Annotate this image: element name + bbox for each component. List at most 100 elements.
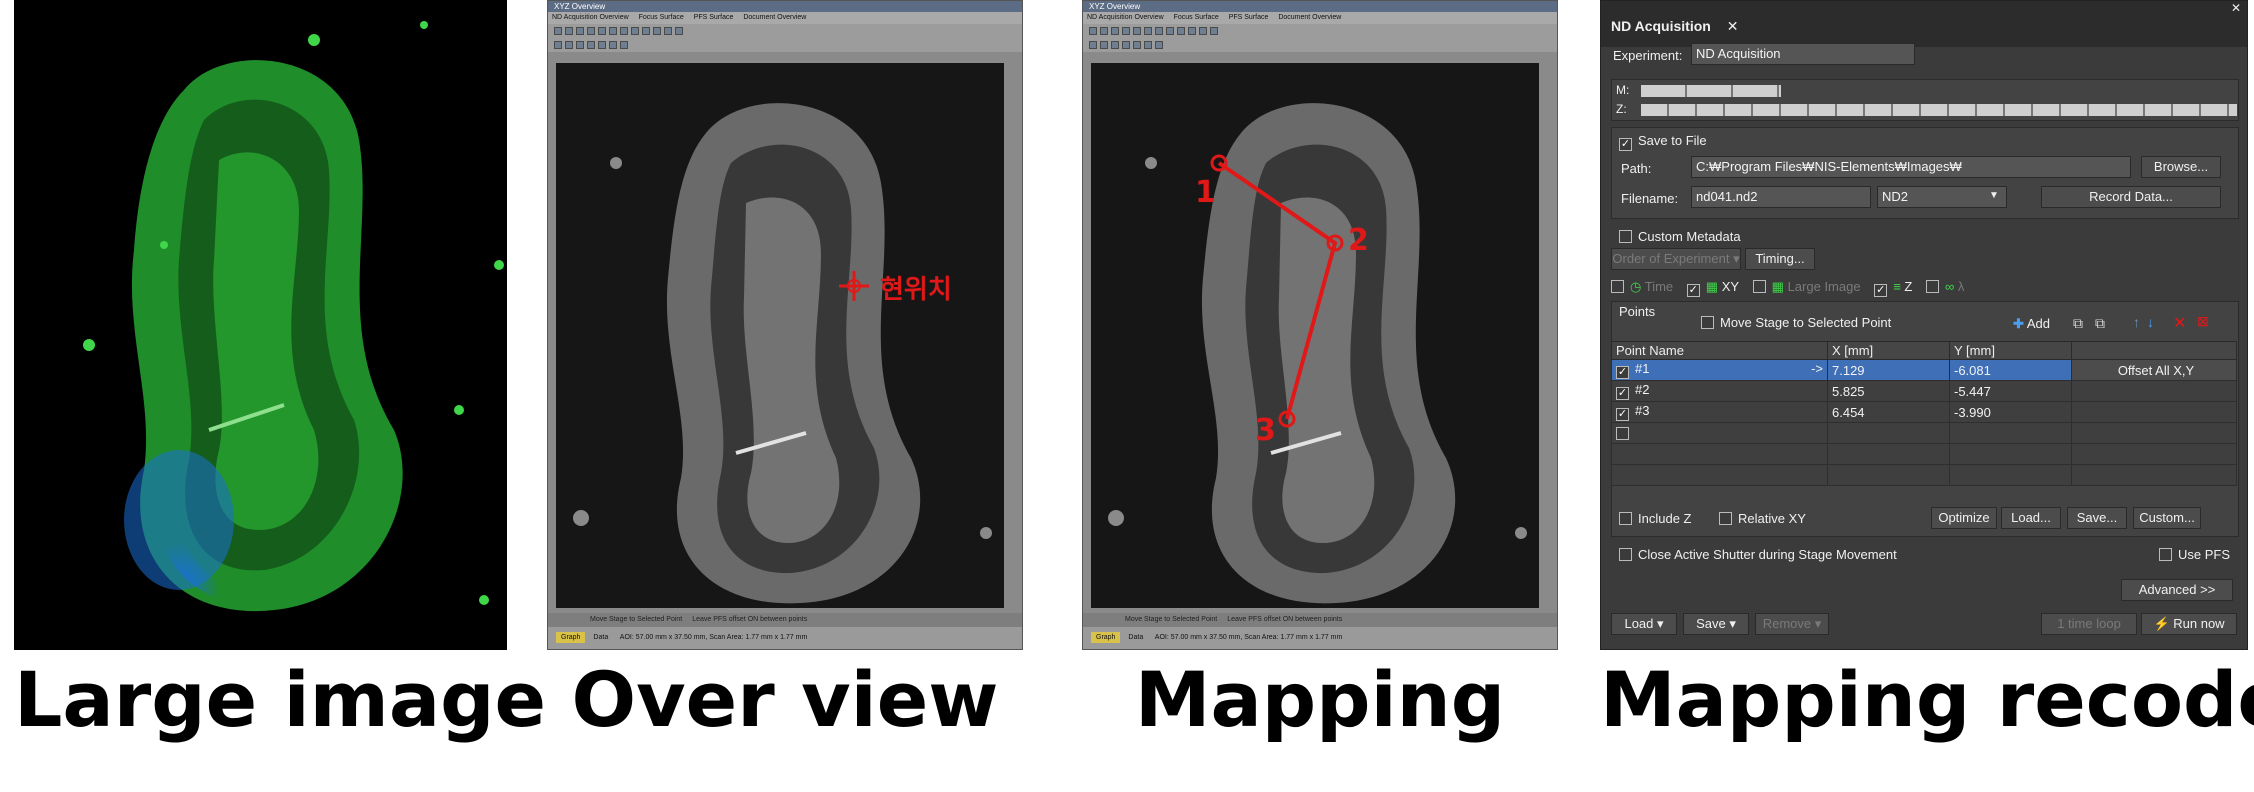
checkbox[interactable] bbox=[1719, 512, 1732, 525]
tab-z[interactable]: ✓ ≡ Z bbox=[1874, 279, 1912, 297]
tool-icon[interactable] bbox=[598, 27, 606, 35]
checkbox[interactable]: ✓ bbox=[1686, 284, 1700, 297]
tool-icon[interactable] bbox=[565, 41, 573, 49]
optimize-button[interactable]: Optimize bbox=[1931, 507, 1997, 529]
leave-pfs-check[interactable]: Leave PFS offset ON between points bbox=[1227, 616, 1342, 623]
x-value[interactable]: 5.825 bbox=[1827, 380, 1950, 402]
browse-button[interactable]: Browse... bbox=[2141, 156, 2221, 178]
checkbox[interactable]: ✓ bbox=[1874, 284, 1888, 297]
checkbox[interactable] bbox=[1619, 230, 1632, 243]
add-point-button[interactable]: ✚ Add bbox=[2013, 316, 2050, 332]
x-value[interactable]: 7.129 bbox=[1827, 359, 1950, 381]
timing-button[interactable]: Timing... bbox=[1745, 248, 1815, 270]
load-points-button[interactable]: Load... bbox=[2001, 507, 2061, 529]
window-close-icon[interactable]: ✕ bbox=[2231, 1, 2241, 15]
y-value[interactable]: -5.447 bbox=[1949, 380, 2072, 402]
offset-all-button[interactable]: Offset All X,Y bbox=[2071, 359, 2237, 381]
tab-focus-surface[interactable]: Focus Surface bbox=[1174, 14, 1219, 21]
tool-icon[interactable] bbox=[554, 41, 562, 49]
time-loop-button[interactable]: 1 time loop bbox=[2041, 613, 2137, 635]
move-stage-check[interactable]: Move Stage to Selected Point bbox=[1701, 315, 1891, 330]
checkbox[interactable] bbox=[2159, 548, 2172, 561]
tool-icon[interactable] bbox=[1133, 27, 1141, 35]
checkbox[interactable] bbox=[1701, 316, 1714, 329]
tool-icon[interactable] bbox=[1144, 27, 1152, 35]
tool-icon[interactable] bbox=[587, 41, 595, 49]
tool-icon[interactable] bbox=[1210, 27, 1218, 35]
load-button[interactable]: Load ▾ bbox=[1611, 613, 1677, 635]
use-pfs-check[interactable]: Use PFS bbox=[2159, 547, 2230, 562]
tab-graph[interactable]: Graph bbox=[1091, 632, 1121, 643]
tool-icon[interactable] bbox=[653, 27, 661, 35]
tab-focus-surface[interactable]: Focus Surface bbox=[639, 14, 684, 21]
move-stage-check[interactable]: Move Stage to Selected Point bbox=[590, 616, 682, 623]
save-button[interactable]: Save ▾ bbox=[1683, 613, 1749, 635]
checkbox[interactable]: ✓ bbox=[1616, 387, 1629, 400]
tool-icon[interactable] bbox=[1199, 27, 1207, 35]
copy-icon[interactable]: ⧉ bbox=[2073, 315, 2083, 332]
include-z-check[interactable]: Include Z bbox=[1619, 511, 1691, 526]
experiment-field[interactable]: ND Acquisition bbox=[1691, 43, 1915, 65]
mapping-image[interactable]: 1 2 3 bbox=[1091, 63, 1539, 608]
tool-icon[interactable] bbox=[609, 27, 617, 35]
checkbox[interactable] bbox=[1752, 280, 1766, 293]
delete-all-icon[interactable]: ⊠ bbox=[2197, 313, 2209, 330]
order-of-experiment-select[interactable]: Order of Experiment ▾ bbox=[1611, 248, 1741, 270]
move-down-icon[interactable]: ↓ bbox=[2147, 314, 2154, 330]
checkbox[interactable] bbox=[1616, 426, 1629, 440]
tool-icon[interactable] bbox=[1177, 27, 1185, 35]
tab-document-overview[interactable]: Document Overview bbox=[743, 14, 806, 21]
tab-lambda[interactable]: ∞ λ bbox=[1926, 279, 1964, 294]
tool-icon[interactable] bbox=[554, 27, 562, 35]
tool-icon[interactable] bbox=[631, 27, 639, 35]
tool-icon[interactable] bbox=[1188, 27, 1196, 35]
table-row[interactable]: ✓ #1 -> 7.129 -6.081 Offset All X,Y bbox=[1611, 359, 2237, 381]
delete-icon[interactable]: ✕ bbox=[2173, 313, 2186, 333]
remove-button[interactable]: Remove ▾ bbox=[1755, 613, 1829, 635]
advanced-button[interactable]: Advanced >> bbox=[2121, 579, 2233, 601]
move-stage-check[interactable]: Move Stage to Selected Point bbox=[1125, 616, 1217, 623]
format-select[interactable]: ND2 bbox=[1877, 186, 2007, 208]
tab-data[interactable]: Data bbox=[1128, 634, 1143, 641]
tool-icon[interactable] bbox=[576, 41, 584, 49]
tool-icon[interactable] bbox=[1100, 41, 1108, 49]
x-value[interactable]: 6.454 bbox=[1827, 401, 1950, 423]
go-to-arrow[interactable]: -> bbox=[1811, 361, 1823, 376]
tab-time[interactable]: ◷ Time bbox=[1611, 279, 1673, 294]
tool-icon[interactable] bbox=[1155, 41, 1163, 49]
tool-icon[interactable] bbox=[565, 27, 573, 35]
tool-icon[interactable] bbox=[620, 27, 628, 35]
tool-icon[interactable] bbox=[1155, 27, 1163, 35]
checkbox[interactable]: ✓ bbox=[1616, 408, 1629, 421]
checkbox[interactable]: ✓ bbox=[1616, 366, 1629, 379]
tool-icon[interactable] bbox=[1111, 41, 1119, 49]
table-row[interactable]: ✓ #2 5.825 -5.447 bbox=[1611, 380, 2237, 402]
tab-large-image[interactable]: ▦ Large Image bbox=[1752, 279, 1861, 294]
tab-graph[interactable]: Graph bbox=[556, 632, 586, 643]
table-row[interactable]: ✓ #3 6.454 -3.990 bbox=[1611, 401, 2237, 423]
tool-icon[interactable] bbox=[664, 27, 672, 35]
tool-icon[interactable] bbox=[1133, 41, 1141, 49]
tool-icon[interactable] bbox=[642, 27, 650, 35]
checkbox[interactable] bbox=[1619, 512, 1632, 525]
checkbox[interactable]: ✓ bbox=[1619, 138, 1632, 151]
tool-icon[interactable] bbox=[1089, 27, 1097, 35]
tool-icon[interactable] bbox=[598, 41, 606, 49]
table-row[interactable] bbox=[1611, 422, 2237, 444]
column-header-y[interactable]: Y [mm] bbox=[1949, 341, 2072, 360]
tool-icon[interactable] bbox=[1122, 41, 1130, 49]
y-value[interactable]: -6.081 bbox=[1949, 359, 2072, 381]
close-icon[interactable]: ✕ bbox=[1727, 18, 1739, 34]
leave-pfs-check[interactable]: Leave PFS offset ON between points bbox=[692, 616, 807, 623]
close-shutter-check[interactable]: Close Active Shutter during Stage Moveme… bbox=[1619, 547, 1897, 562]
tab-pfs-surface[interactable]: PFS Surface bbox=[1229, 14, 1269, 21]
move-up-icon[interactable]: ↑ bbox=[2133, 314, 2140, 330]
column-header-x[interactable]: X [mm] bbox=[1827, 341, 1950, 360]
checkbox[interactable] bbox=[1926, 280, 1939, 293]
tool-icon[interactable] bbox=[1100, 27, 1108, 35]
custom-metadata-check[interactable]: Custom Metadata bbox=[1619, 229, 1741, 244]
overview-image[interactable]: 현위치 bbox=[556, 63, 1004, 608]
tool-icon[interactable] bbox=[675, 27, 683, 35]
tool-icon[interactable] bbox=[1144, 41, 1152, 49]
checkbox[interactable] bbox=[1611, 280, 1624, 293]
